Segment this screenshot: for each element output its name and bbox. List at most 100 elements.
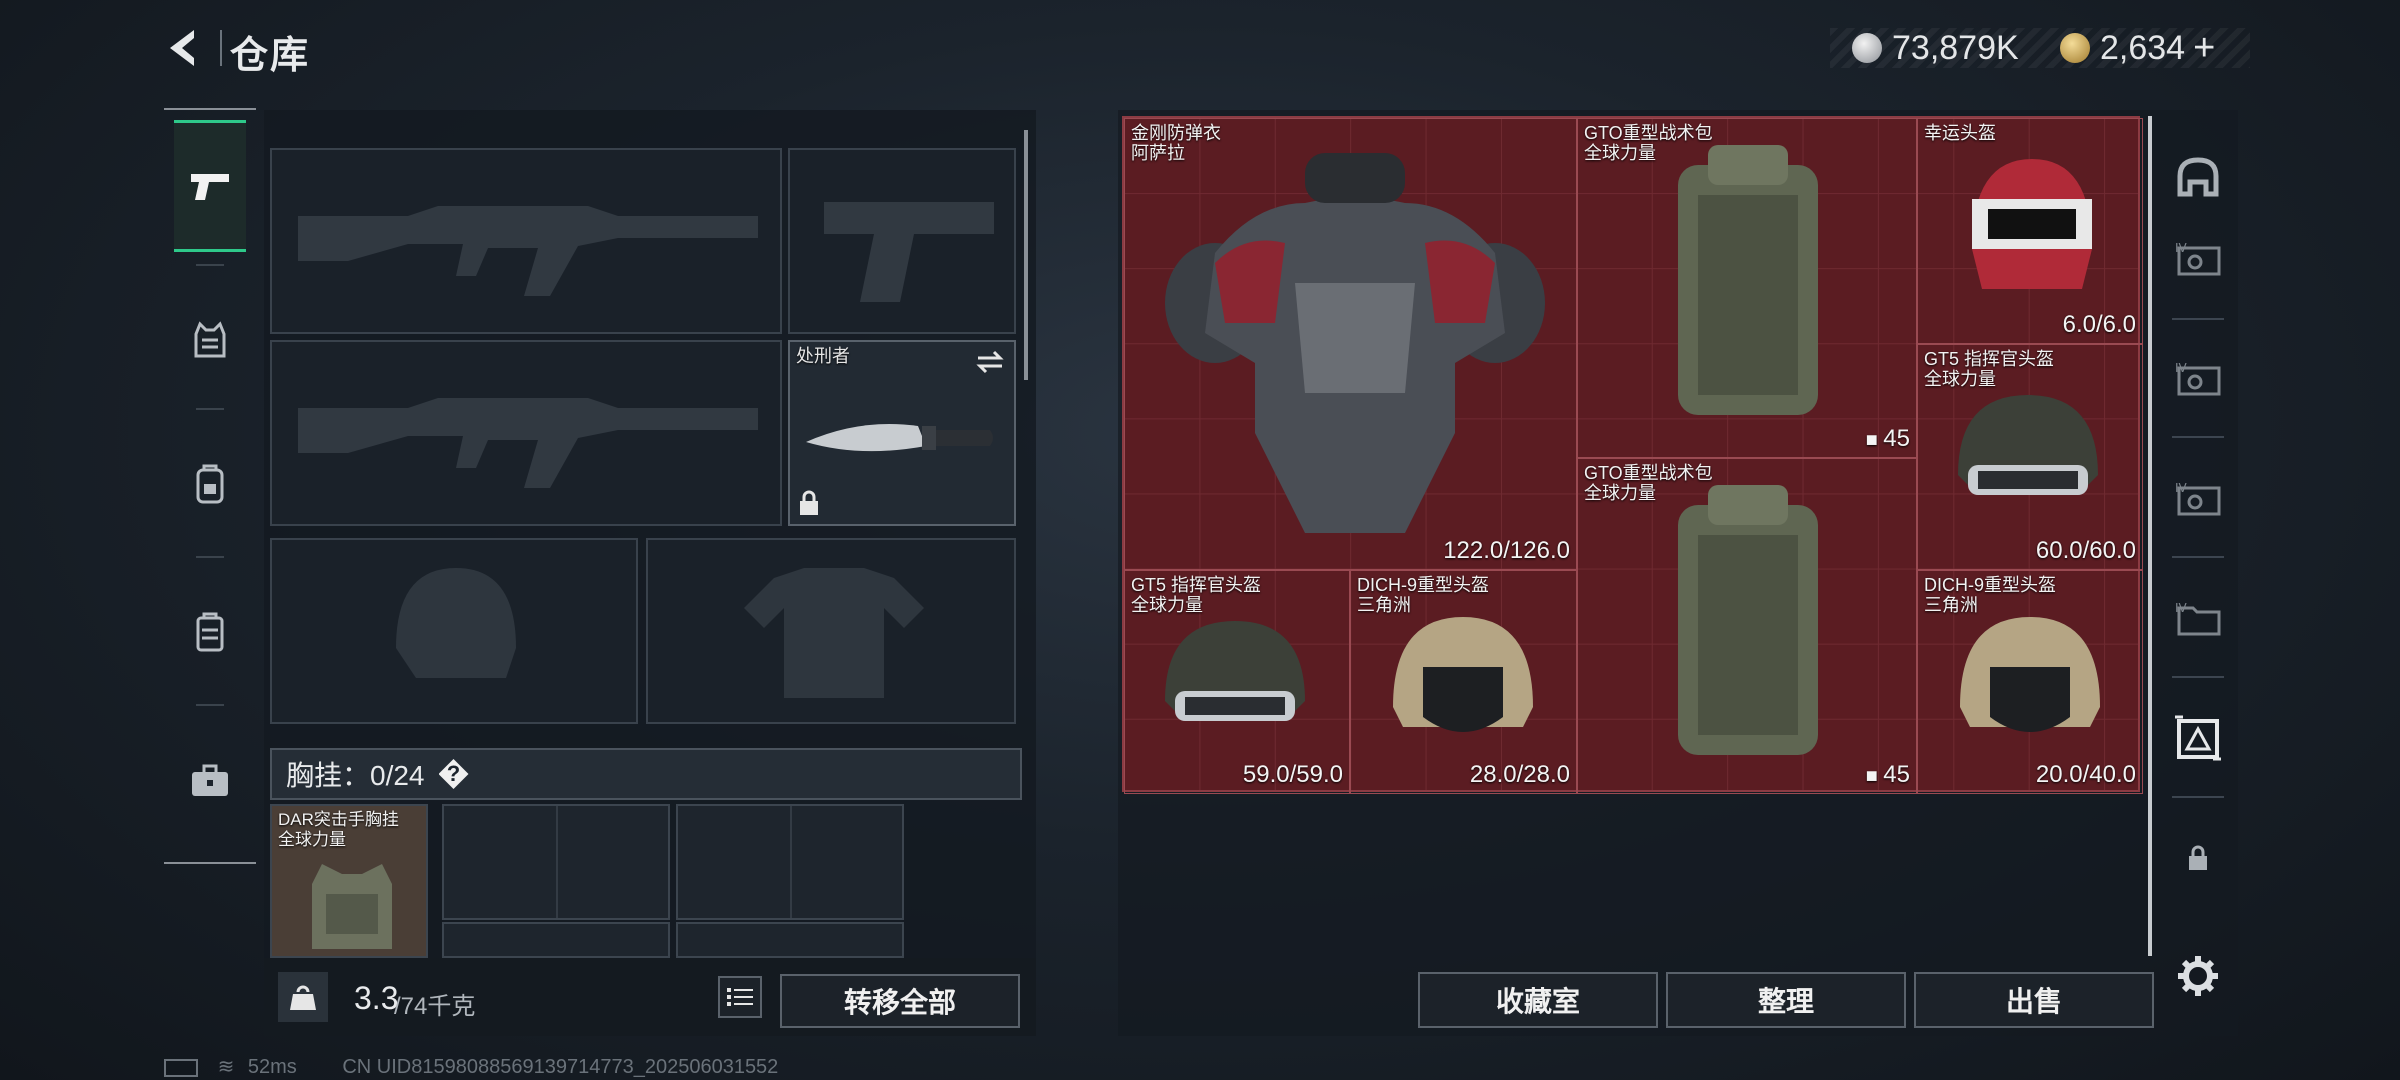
stash-tabs: IV IV IV IV	[2158, 110, 2238, 1036]
wifi-icon: ≋	[217, 1056, 235, 1078]
stash-scrollbar[interactable]	[2148, 116, 2152, 956]
nav-backpacks[interactable]	[174, 418, 246, 550]
backpack-icon	[1678, 145, 1818, 415]
rifle-silhouette-icon	[298, 206, 758, 296]
backpack-icon	[196, 464, 224, 504]
vest-icon	[194, 321, 226, 358]
currency-silver: 73,879K	[1852, 28, 2019, 68]
weight-value: 3.3	[354, 980, 399, 1016]
stash-tab-delta[interactable]	[2170, 710, 2226, 766]
stash-tab-3[interactable]: IV	[2170, 350, 2226, 406]
lock-icon	[800, 490, 818, 515]
nav-cases[interactable]	[174, 566, 246, 698]
briefcase-icon	[192, 764, 228, 796]
vest-grid-cell[interactable]	[442, 804, 670, 920]
stash-item-backpack[interactable]: GTO重型战术包 全球力量 ■ 45	[1577, 118, 1917, 458]
transfer-all-button[interactable]: 转移全部	[780, 974, 1020, 1028]
item-durability: 122.0/126.0	[1443, 537, 1570, 564]
swap-icon[interactable]	[974, 348, 1006, 376]
vest-grid-cell[interactable]	[676, 922, 904, 958]
storage-tier-icon: IV	[2175, 361, 2221, 396]
tactical-helmet-icon	[1165, 621, 1305, 721]
collection-room-button[interactable]: 收藏室	[1418, 972, 1658, 1028]
stash-item-dich9-helmet[interactable]: DICH-9重型头盔 三角洲 28.0/28.0	[1350, 570, 1577, 794]
currency-gold[interactable]: 2,634 +	[2060, 27, 2215, 70]
stash-item-gt5-helmet[interactable]: GT5 指挥官头盔 全球力量 60.0/60.0	[1917, 344, 2143, 570]
item-durability: 59.0/59.0	[1242, 761, 1343, 788]
page-title: 仓库	[230, 35, 311, 77]
add-currency-button[interactable]: +	[2193, 27, 2215, 70]
stash-item-gt5-helmet[interactable]: GT5 指挥官头盔 全球力量 59.0/59.0	[1124, 570, 1350, 794]
home-icon	[2177, 157, 2219, 197]
stash-tab-locked[interactable]	[2170, 830, 2226, 886]
header-divider	[220, 30, 222, 66]
lock-icon	[2189, 845, 2207, 870]
nav-toolbox[interactable]	[174, 714, 246, 846]
stash-tab-1[interactable]: IV	[2170, 590, 2226, 646]
melee-name: 处刑者	[796, 346, 850, 366]
silver-coin-icon	[1852, 33, 1882, 63]
primary-weapon-slot[interactable]	[270, 148, 782, 334]
heavy-helmet-icon	[1393, 617, 1533, 732]
vest-capacity-label: 胸挂：0/24	[286, 760, 425, 791]
loadout-panel: 处刑者 胸挂：0/24 ? DAR突击手胸挂 全球力量 3.3 /74千克 转移…	[264, 110, 1036, 1036]
rifle-silhouette-icon	[298, 398, 758, 488]
stash-item-dich9-helmet[interactable]: DICH-9重型头盔 三角洲 20.0/40.0	[1917, 570, 2143, 794]
chest-rig-icon	[312, 864, 392, 949]
backpack-icon	[1678, 485, 1818, 755]
loadout-scrollbar[interactable]	[1024, 130, 1028, 380]
storage-tier-icon: IV	[2175, 481, 2221, 516]
settings-button[interactable]	[2170, 948, 2226, 1004]
stash-item-backpack[interactable]: GTO重型战术包 全球力量 ■ 45	[1577, 458, 1917, 794]
item-name: 幸运头盔	[1924, 123, 1996, 143]
item-durability: 60.0/60.0	[2035, 537, 2136, 564]
nav-vests[interactable]	[174, 274, 246, 406]
vest-grid-cell[interactable]	[676, 804, 904, 920]
sell-button[interactable]: 出售	[1914, 972, 2154, 1028]
svg-text:IV: IV	[2175, 361, 2188, 375]
item-name: GT5 指挥官头盔 全球力量	[1131, 575, 1262, 615]
melee-slot[interactable]: 处刑者	[788, 340, 1016, 526]
user-uid: CN UID815980885691397147​73_202506031552	[342, 1056, 779, 1078]
storage-folder-icon: IV	[2175, 601, 2221, 636]
back-button[interactable]	[160, 24, 208, 72]
stash-tab-4[interactable]: IV	[2170, 230, 2226, 286]
stash-item-lucky-helmet[interactable]: 幸运头盔 6.0/6.0	[1917, 118, 2143, 344]
stash-tab-all[interactable]	[2170, 150, 2226, 206]
heavy-helmet-icon	[1960, 617, 2100, 732]
silver-amount: 73,879K	[1892, 28, 2019, 67]
armor-slot[interactable]	[646, 538, 1016, 724]
ping-value: 52ms	[247, 1056, 297, 1078]
gold-coin-icon	[2060, 33, 2090, 63]
weight-max: /74千克	[394, 993, 476, 1020]
body-armor-icon	[1165, 153, 1545, 533]
stash-item-body-armor[interactable]: 金刚防弹衣 阿萨拉 122.0/126.0	[1124, 118, 1577, 570]
delta-storage-icon	[2175, 715, 2221, 761]
weight-small-icon: ■	[1865, 429, 1884, 451]
vest-item[interactable]: DAR突击手胸挂 全球力量	[270, 804, 428, 958]
weight-icon	[278, 972, 328, 1022]
item-count: ■ 45	[1865, 761, 1910, 788]
pistol-icon	[191, 174, 229, 200]
nav-weapons[interactable]	[174, 120, 246, 252]
stash-tab-2[interactable]: IV	[2170, 470, 2226, 526]
status-bar: ≋ 52ms CN UID815980885691397147​73_20250…	[164, 1054, 778, 1079]
secondary-weapon-slot[interactable]	[270, 340, 782, 526]
welding-helmet-icon	[1972, 159, 2092, 289]
svg-text:IV: IV	[2175, 601, 2188, 615]
vest-grid-cell[interactable]	[442, 922, 670, 958]
sort-button[interactable]: 整理	[1666, 972, 1906, 1028]
svg-text:IV: IV	[2175, 241, 2188, 255]
help-button[interactable]: ?	[438, 759, 469, 789]
list-view-button[interactable]	[718, 976, 762, 1018]
vest-capacity-bar: 胸挂：0/24 ?	[270, 748, 1022, 800]
list-icon	[727, 988, 753, 1006]
pistol-silhouette-icon	[824, 202, 994, 302]
helmet-slot[interactable]	[270, 538, 638, 724]
tactical-helmet-icon	[1958, 395, 2098, 495]
weight-small-icon: ■	[1865, 765, 1884, 787]
case-icon	[196, 612, 224, 652]
stash-grid: 金刚防弹衣 阿萨拉 122.0/126.0 GTO重型战术包 全球力量 ■ 45	[1122, 116, 2143, 794]
item-name: GT5 指挥官头盔 全球力量	[1924, 349, 2055, 389]
pistol-slot[interactable]	[788, 148, 1016, 334]
